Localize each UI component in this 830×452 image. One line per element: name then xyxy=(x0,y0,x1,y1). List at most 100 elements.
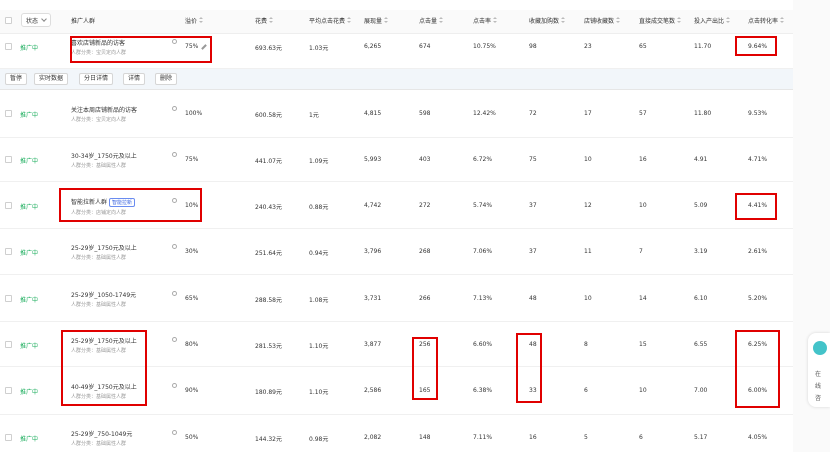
row-checkbox[interactable] xyxy=(5,248,12,255)
crowd-name-cell[interactable]: 40-49岁_1750元及以上 人群分类：基础属性人群 xyxy=(71,382,137,400)
info-icon[interactable] xyxy=(172,337,177,342)
col-cvr[interactable]: 点击转化率 xyxy=(748,16,785,25)
info-icon[interactable] xyxy=(172,244,177,249)
collect-shop-value: 8 xyxy=(584,341,588,348)
row-checkbox[interactable] xyxy=(5,202,12,209)
detail-button[interactable]: 详情 xyxy=(123,73,146,85)
col-roi[interactable]: 投入产出比 xyxy=(694,16,731,25)
crowd-name: 30-34岁_1750元及以上 xyxy=(71,151,137,160)
chevron-down-icon xyxy=(41,16,47,22)
info-icon[interactable] xyxy=(172,106,177,111)
daily-report-button[interactable]: 分日详情 xyxy=(79,73,114,85)
bid-value[interactable]: 90% xyxy=(185,387,198,394)
online-consult-widget[interactable]: 在 线 咨 xyxy=(808,333,830,407)
table-row[interactable]: 推广中 25-29岁_750-1049元 人群分类：基础属性人群 50% 144.32元… xyxy=(0,415,793,452)
consult-label-3: 咨 xyxy=(815,395,822,402)
col-collect-cart[interactable]: 收藏加购数 xyxy=(529,16,566,25)
col-avg-cpc[interactable]: 平均点击花费 xyxy=(309,16,352,25)
select-all-checkbox[interactable] xyxy=(5,17,12,24)
crowd-name-cell[interactable]: 25-29岁_1750元及以上 人群分类：基础属性人群 xyxy=(71,336,137,354)
collect-shop-value: 23 xyxy=(584,43,592,50)
info-icon[interactable] xyxy=(172,430,177,435)
info-icon[interactable] xyxy=(172,198,177,203)
bid-value[interactable]: 75% xyxy=(185,156,198,163)
cvr-value: 6.25% xyxy=(748,341,768,348)
pause-button[interactable]: 暂停 xyxy=(5,73,28,85)
ctr-value: 7.06% xyxy=(473,248,493,255)
crowd-name-text: 关注本周店铺新品的访客 xyxy=(71,107,138,114)
col-clicks[interactable]: 点击量 xyxy=(419,16,444,25)
crowd-name-text: 25-29岁_750-1049元 xyxy=(71,431,133,438)
bid-value[interactable]: 30% xyxy=(185,248,198,255)
col-cvr-label: 点击转化率 xyxy=(748,18,779,25)
crowd-name-cell[interactable]: 关注本周店铺新品的访客 人群分类：宝贝定向人群 xyxy=(71,105,137,123)
bid-value[interactable]: 100% xyxy=(185,110,202,117)
table-row[interactable]: 推广中 30-34岁_1750元及以上 人群分类：基础属性人群 75% 441.07元 1… xyxy=(0,138,793,182)
crowd-name-cell[interactable]: 喜欢店铺新品的访客 人群分类：宝贝定向人群 xyxy=(71,38,126,56)
crowd-name-text: 25-29岁_1050-1749元 xyxy=(71,292,137,299)
realtime-data-button[interactable]: 实时数据 xyxy=(34,73,69,85)
bid-value[interactable]: 10% xyxy=(185,202,198,209)
table-row[interactable]: 推广中 25-29岁_1750元及以上 人群分类：基础属性人群 80% 281.53元 1… xyxy=(0,322,793,367)
collect-shop-value: 12 xyxy=(584,202,592,209)
cpc-value: 1.09元 xyxy=(309,158,329,165)
ctr-value: 7.11% xyxy=(473,434,493,441)
status-text: 推广中 xyxy=(20,112,39,119)
info-icon[interactable] xyxy=(172,152,177,157)
impressions-value: 5,993 xyxy=(364,156,382,163)
col-ctr[interactable]: 点击率 xyxy=(473,16,498,25)
table-row[interactable]: 推广中 25-29岁_1750元及以上 人群分类：基础属性人群 30% 251.64元 0… xyxy=(0,229,793,275)
crowd-name-cell[interactable]: 智能拉新人群 智能拉新 人群分类：店铺定向人群 xyxy=(71,197,136,216)
collect-shop-value: 6 xyxy=(584,387,588,394)
col-deal[interactable]: 直接成交笔数 xyxy=(639,16,682,25)
row-checkbox[interactable] xyxy=(5,110,12,117)
consult-label-2: 线 xyxy=(815,383,822,390)
info-icon[interactable] xyxy=(172,39,177,44)
row-checkbox[interactable] xyxy=(5,434,12,441)
spend-value: 693.63元 xyxy=(255,45,282,52)
crowd-name-text: 25-29岁_1750元及以上 xyxy=(71,338,137,345)
impressions-value: 2,586 xyxy=(364,387,382,394)
edit-icon[interactable] xyxy=(201,43,208,50)
bid-value[interactable]: 50% xyxy=(185,434,198,441)
col-avg-cpc-label: 平均点击花费 xyxy=(309,18,346,25)
info-icon[interactable] xyxy=(172,383,177,388)
col-collect-shop[interactable]: 店铺收藏数 xyxy=(584,16,621,25)
row-checkbox[interactable] xyxy=(5,156,12,163)
bid-cell[interactable]: 75% xyxy=(185,43,208,50)
row-checkbox[interactable] xyxy=(5,295,12,302)
impressions-value: 3,796 xyxy=(364,248,382,255)
table-row[interactable]: 推广中 智能拉新人群 智能拉新 人群分类：店铺定向人群 10% 240.43元 0.88元 4… xyxy=(0,182,793,229)
clicks-value: 272 xyxy=(419,202,431,209)
row-checkbox[interactable] xyxy=(5,387,12,394)
status-text: 推广中 xyxy=(20,45,39,52)
row-checkbox[interactable] xyxy=(5,43,12,50)
col-spend[interactable]: 花费 xyxy=(255,16,274,25)
info-icon[interactable] xyxy=(172,291,177,296)
crowd-name-cell[interactable]: 25-29岁_1750元及以上 人群分类：基础属性人群 xyxy=(71,243,137,261)
clicks-value: 598 xyxy=(419,110,431,117)
bid-value[interactable]: 65% xyxy=(185,295,198,302)
sort-icon xyxy=(384,17,389,24)
table-row[interactable]: 推广中 40-49岁_1750元及以上 人群分类：基础属性人群 90% 180.89元 1… xyxy=(0,367,793,415)
row-checkbox[interactable] xyxy=(5,341,12,348)
crowd-category: 人群分类：宝贝定向人群 xyxy=(71,50,127,56)
collect-cart-value: 75 xyxy=(529,156,537,163)
deal-value: 15 xyxy=(639,341,647,348)
crowd-name-cell[interactable]: 25-29岁_750-1049元 人群分类：基础属性人群 xyxy=(71,429,132,447)
table-row[interactable]: 推广中 喜欢店铺新品的访客 人群分类：宝贝定向人群 75% 693.63元 1.… xyxy=(0,34,793,69)
status-filter-dropdown[interactable]: 状态 xyxy=(21,13,51,27)
col-clicks-label: 点击量 xyxy=(419,18,438,25)
table-row[interactable]: 推广中 25-29岁_1050-1749元 人群分类：基础属性人群 65% 288.58… xyxy=(0,275,793,322)
crowd-name-cell[interactable]: 25-29岁_1050-1749元 人群分类：基础属性人群 xyxy=(71,290,136,308)
col-impressions[interactable]: 展现量 xyxy=(364,16,389,25)
cvr-value: 5.20% xyxy=(748,295,768,302)
delete-button[interactable]: 删除 xyxy=(155,73,178,85)
clicks-value: 403 xyxy=(419,156,431,163)
crowd-name-cell[interactable]: 30-34岁_1750元及以上 人群分类：基础属性人群 xyxy=(71,151,137,169)
table-row[interactable]: 推广中 关注本周店铺新品的访客 人群分类：宝贝定向人群 100% 600.58元 1元 4,… xyxy=(0,90,793,138)
deal-value: 14 xyxy=(639,295,647,302)
crowd-category: 人群分类：基础属性人群 xyxy=(71,302,127,308)
col-bid[interactable]: 溢价 xyxy=(185,16,204,25)
bid-value[interactable]: 80% xyxy=(185,341,198,348)
